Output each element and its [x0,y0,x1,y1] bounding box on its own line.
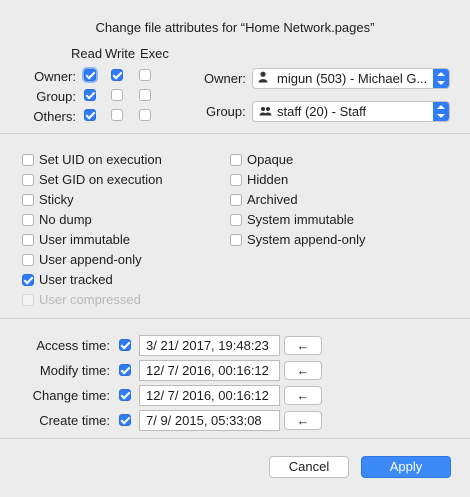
apply-button[interactable]: Apply [361,456,451,478]
flag-user-append-only-checkbox[interactable] [22,254,34,266]
create-time-checkbox[interactable] [119,414,131,426]
perm-group-label: Group: [36,89,76,104]
owner-popup-value: migun (503) - Michael G... [277,71,428,86]
popup-stepper-icon [433,69,449,88]
group-popup-value: staff (20) - Staff [277,104,367,119]
flag-user-compressed-label: User compressed [39,292,141,307]
flag-opaque-label: Opaque [247,152,294,167]
flag-system-append-only-checkbox[interactable] [230,234,242,246]
flag-set-gid-checkbox[interactable] [22,174,34,186]
flag-hidden-checkbox[interactable] [230,174,242,186]
create-time-label: Create time: [39,413,110,428]
perm-owner-label: Owner: [34,69,76,84]
cancel-button[interactable]: Cancel [269,456,349,478]
flag-user-immutable-label: User immutable [39,232,131,247]
modify-time-label: Modify time: [39,363,110,378]
owner-exec-checkbox[interactable] [139,69,151,81]
flag-set-uid-checkbox[interactable] [22,154,34,166]
change-time-label: Change time: [32,388,110,403]
flag-system-append-only-label: System append-only [247,232,366,247]
owner-read-checkbox[interactable] [84,69,96,81]
group-popup[interactable]: staff (20) - Staff [252,101,450,122]
access-time-field[interactable]: 3/ 21/ 2017, 19:48:23 [139,335,280,356]
modify-time-checkbox[interactable] [119,364,131,376]
modify-time-field[interactable]: 12/ 7/ 2016, 00:16:12 [139,360,280,381]
divider [0,318,470,319]
flag-archived-checkbox[interactable] [230,194,242,206]
flag-opaque-checkbox[interactable] [230,154,242,166]
flag-user-immutable-checkbox[interactable] [22,234,34,246]
user-icon [258,69,268,88]
flag-archived-label: Archived [247,192,298,207]
create-time-field[interactable]: 7/ 9/ 2015, 05:33:08 [139,410,280,431]
others-exec-checkbox[interactable] [139,109,151,121]
change-time-now-button[interactable]: ← [284,386,322,405]
perm-header-write: Write [105,46,136,61]
perm-header-exec: Exec [140,46,169,61]
owner-popup-label: Owner: [204,71,246,86]
flag-hidden-label: Hidden [247,172,289,187]
owner-popup[interactable]: migun (503) - Michael G... [252,68,450,89]
access-time-label: Access time: [36,338,110,353]
divider [0,438,470,439]
divider [0,133,470,134]
group-write-checkbox[interactable] [111,89,123,101]
group-read-checkbox[interactable] [84,89,96,101]
flag-user-tracked-checkbox[interactable] [22,274,34,286]
dialog-title: Change file attributes for “Home Network… [95,20,375,35]
change-time-field[interactable]: 12/ 7/ 2016, 00:16:12 [139,385,280,406]
popup-stepper-icon [433,102,449,121]
flag-set-uid-label: Set UID on execution [39,152,162,167]
flag-set-gid-label: Set GID on execution [39,172,163,187]
flag-user-append-only-label: User append-only [39,252,142,267]
create-time-now-button[interactable]: ← [284,411,322,430]
modify-time-now-button[interactable]: ← [284,361,322,380]
flag-no-dump-checkbox[interactable] [22,214,34,226]
flag-system-immutable-label: System immutable [247,212,354,227]
group-exec-checkbox[interactable] [139,89,151,101]
others-write-checkbox[interactable] [111,109,123,121]
flag-system-immutable-checkbox[interactable] [230,214,242,226]
perm-header-read: Read [71,46,103,61]
flag-user-tracked-label: User tracked [39,272,113,287]
access-time-now-button[interactable]: ← [284,336,322,355]
others-read-checkbox[interactable] [84,109,96,121]
perm-others-label: Others: [33,109,76,124]
flag-user-compressed-checkbox [22,294,34,306]
access-time-checkbox[interactable] [119,339,131,351]
flag-sticky-checkbox[interactable] [22,194,34,206]
flag-no-dump-label: No dump [39,212,92,227]
group-popup-label: Group: [206,104,246,119]
owner-write-checkbox[interactable] [111,69,123,81]
flag-sticky-label: Sticky [39,192,74,207]
change-time-checkbox[interactable] [119,389,131,401]
group-icon [259,102,272,121]
